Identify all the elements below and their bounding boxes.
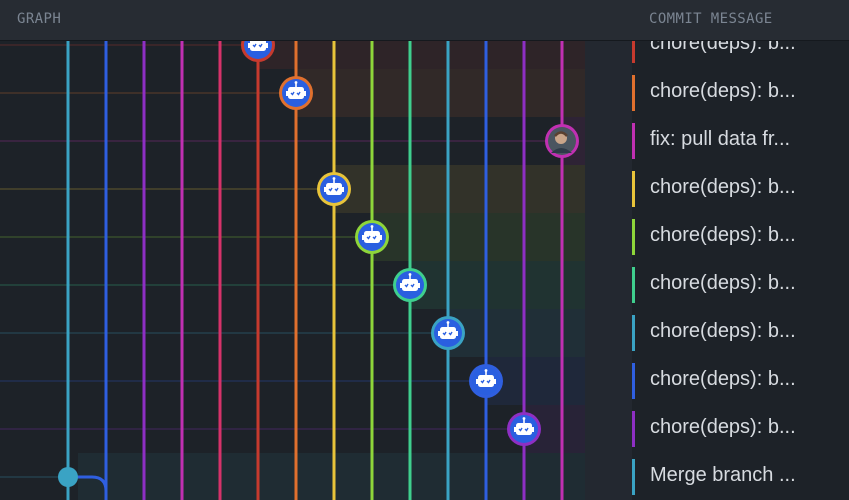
commit-row[interactable]: fix: pull data fr... bbox=[632, 117, 849, 165]
branch-color-marker bbox=[632, 41, 635, 63]
commit-message-text: chore(deps): b... bbox=[650, 272, 796, 294]
branch-color-marker bbox=[632, 411, 635, 447]
bot-ear-left bbox=[248, 43, 250, 48]
commit-message-text: chore(deps): b... bbox=[650, 41, 796, 54]
bot-head bbox=[478, 375, 494, 387]
commit-message-text: chore(deps): b... bbox=[650, 416, 796, 438]
branch-color-marker bbox=[632, 123, 635, 159]
bot-avatar-icon[interactable] bbox=[355, 220, 389, 254]
commit-row[interactable]: chore(deps): b... bbox=[632, 357, 849, 405]
bot-ear-right bbox=[456, 331, 458, 336]
bot-ear-right bbox=[304, 91, 306, 96]
commit-graph bbox=[0, 41, 585, 500]
bot-head bbox=[288, 87, 304, 99]
bot-antenna-tip bbox=[370, 225, 374, 228]
branch-color-marker bbox=[632, 219, 635, 255]
bot-ear-right bbox=[494, 379, 496, 384]
row-highlight bbox=[258, 41, 585, 69]
bot-ear-left bbox=[438, 331, 440, 336]
bot-ear-right bbox=[380, 235, 382, 240]
user-avatar-icon[interactable] bbox=[545, 124, 579, 158]
row-highlight bbox=[410, 261, 585, 309]
commit-message-text: chore(deps): b... bbox=[650, 320, 796, 342]
bot-avatar-icon[interactable] bbox=[507, 412, 541, 446]
commit-row[interactable]: chore(deps): b... bbox=[632, 69, 849, 117]
graph-column-label[interactable]: GRAPH bbox=[17, 11, 61, 27]
commit-row[interactable]: chore(deps): b... bbox=[632, 41, 849, 69]
branch-color-marker bbox=[632, 315, 635, 351]
bot-antenna-tip bbox=[484, 369, 488, 372]
commit-row[interactable]: chore(deps): b... bbox=[632, 261, 849, 309]
bot-ear-right bbox=[532, 427, 534, 432]
row-highlight bbox=[296, 69, 585, 117]
bot-head bbox=[250, 41, 266, 51]
bot-ear-left bbox=[362, 235, 364, 240]
bot-avatar-icon[interactable] bbox=[469, 364, 503, 398]
bot-avatar-icon[interactable] bbox=[393, 268, 427, 302]
row-highlight bbox=[78, 453, 585, 500]
bot-head bbox=[326, 183, 342, 195]
bot-avatar-icon[interactable] bbox=[279, 76, 313, 110]
bot-head bbox=[440, 327, 456, 339]
merge-commit-dot[interactable] bbox=[58, 467, 78, 487]
bot-ear-left bbox=[286, 91, 288, 96]
commit-row[interactable]: chore(deps): b... bbox=[632, 213, 849, 261]
commit-row[interactable]: chore(deps): b... bbox=[632, 405, 849, 453]
row-highlight bbox=[448, 309, 585, 357]
commit-message-text: fix: pull data fr... bbox=[650, 128, 791, 150]
bot-head bbox=[516, 423, 532, 435]
branch-color-marker bbox=[632, 171, 635, 207]
branch-color-marker bbox=[632, 267, 635, 303]
commit-message-list: chore(deps): b... chore(deps): b... fix: p… bbox=[632, 41, 849, 500]
commit-message-text: chore(deps): b... bbox=[650, 224, 796, 246]
bot-antenna-tip bbox=[446, 321, 450, 324]
branch-color-marker bbox=[632, 459, 635, 495]
bot-antenna-tip bbox=[408, 273, 412, 276]
bot-head bbox=[364, 231, 380, 243]
bot-antenna-tip bbox=[522, 417, 526, 420]
commit-row[interactable]: chore(deps): b... bbox=[632, 309, 849, 357]
bot-avatar-icon[interactable] bbox=[317, 172, 351, 206]
branch-color-marker bbox=[632, 363, 635, 399]
branch-color-marker bbox=[632, 75, 635, 111]
bot-ear-left bbox=[476, 379, 478, 384]
commit-message-text: chore(deps): b... bbox=[650, 80, 796, 102]
commit-message-column-label[interactable]: COMMIT MESSAGE bbox=[649, 11, 773, 27]
commit-message-text: chore(deps): b... bbox=[650, 176, 796, 198]
bot-ear-right bbox=[418, 283, 420, 288]
commit-graph-canvas bbox=[0, 41, 585, 500]
bot-ear-right bbox=[266, 43, 268, 48]
bot-ear-left bbox=[324, 187, 326, 192]
bot-antenna-tip bbox=[294, 81, 298, 84]
commit-message-text: Merge branch ... bbox=[650, 464, 796, 486]
row-highlight bbox=[372, 213, 585, 261]
column-header: GRAPH COMMIT MESSAGE bbox=[0, 0, 849, 41]
graph-message-divider bbox=[585, 41, 635, 500]
bot-antenna-tip bbox=[332, 177, 336, 180]
bot-avatar-icon[interactable] bbox=[431, 316, 465, 350]
commit-row[interactable]: chore(deps): b... bbox=[632, 165, 849, 213]
commit-row[interactable]: Merge branch ... bbox=[632, 453, 849, 500]
bot-ear-right bbox=[342, 187, 344, 192]
bot-head bbox=[402, 279, 418, 291]
commit-message-text: chore(deps): b... bbox=[650, 368, 796, 390]
bot-ear-left bbox=[400, 283, 402, 288]
bot-ear-left bbox=[514, 427, 516, 432]
